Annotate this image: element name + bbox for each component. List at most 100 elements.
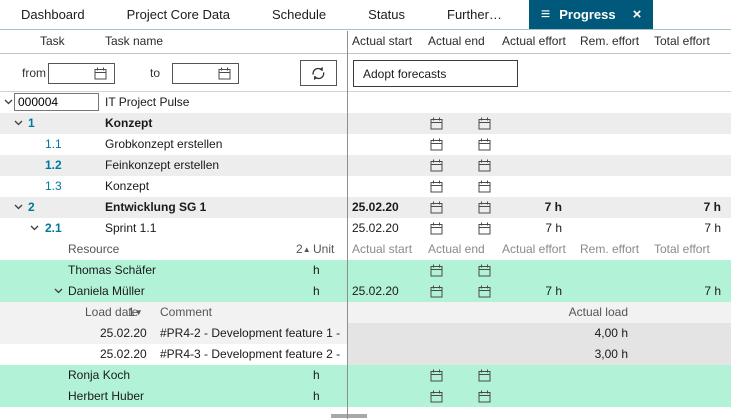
task-row-1-3[interactable]: 1.3 Konzept <box>0 176 731 197</box>
task-row-1-2[interactable]: 1.2 Feinkonzept erstellen <box>0 155 731 176</box>
task-name: Entwicklung SG 1 <box>105 197 206 218</box>
task-row-2-1[interactable]: 2.1 Sprint 1.1 25.02.20 7 h 7 h <box>0 218 731 239</box>
chevron-down-icon[interactable] <box>30 225 39 231</box>
sort-indicator[interactable]: 2▲ <box>296 239 311 260</box>
actual-load-value: 3,00 h <box>502 344 628 365</box>
col-actual-start[interactable]: Actual start <box>352 30 412 53</box>
col-actual-effort[interactable]: Actual effort <box>502 30 566 53</box>
col-actual-load[interactable]: Actual load <box>502 302 628 323</box>
progress-window: Dashboard Project Core Data Schedule Sta… <box>0 0 731 419</box>
tab-bar: Dashboard Project Core Data Schedule Sta… <box>0 0 731 30</box>
col-task[interactable]: Task <box>40 30 65 53</box>
col-unit[interactable]: Unit <box>313 239 334 260</box>
col-actual-end[interactable]: Actual end <box>428 239 485 260</box>
load-row[interactable]: 25.02.20 #PR4-3 - Development feature 2 … <box>0 344 731 365</box>
calendar-icon[interactable] <box>217 66 232 81</box>
calendar-icon[interactable] <box>430 138 443 151</box>
task-row-2[interactable]: 2 Entwicklung SG 1 25.02.20 7 h 7 h <box>0 197 731 218</box>
sort-indicator[interactable]: 1▼ <box>128 302 143 323</box>
col-task-name[interactable]: Task name <box>105 30 163 53</box>
resource-unit: h <box>313 260 320 281</box>
col-actual-effort[interactable]: Actual effort <box>502 239 566 260</box>
load-row[interactable]: 25.02.20 #PR4-2 - Development feature 1 … <box>0 323 731 344</box>
adopt-forecasts-button[interactable]: Adopt forecasts <box>353 60 518 87</box>
chevron-down-icon[interactable] <box>54 288 63 294</box>
tab-status[interactable]: Status <box>347 0 426 29</box>
load-date: 25.02.20 <box>100 323 147 344</box>
from-date-input[interactable] <box>49 65 93 82</box>
from-label: from <box>22 54 46 92</box>
tab-further[interactable]: Further… <box>426 0 523 29</box>
task-name: Konzept <box>105 176 149 197</box>
to-date-input[interactable] <box>173 65 217 82</box>
chevron-down-icon[interactable] <box>14 120 23 126</box>
tab-project-core-data[interactable]: Project Core Data <box>106 0 251 29</box>
calendar-icon[interactable] <box>478 222 491 235</box>
calendar-icon[interactable] <box>93 66 108 81</box>
load-comment: #PR4-2 - Development feature 1 - <box>160 323 340 344</box>
col-actual-start[interactable]: Actual start <box>352 239 412 260</box>
task-row-1[interactable]: 1 Konzept <box>0 113 731 134</box>
chevron-down-icon[interactable] <box>14 204 23 210</box>
chevron-down-icon[interactable] <box>4 99 13 105</box>
sort-asc-icon: ▲ <box>303 245 311 254</box>
task-name: Sprint 1.1 <box>105 218 156 239</box>
calendar-icon[interactable] <box>430 117 443 130</box>
calendar-icon[interactable] <box>430 390 443 403</box>
resource-name: Daniela Müller <box>68 281 145 302</box>
actual-effort-value: 7 h <box>502 218 562 239</box>
resource-row[interactable]: Daniela Müller h 25.02.20 7 h 7 h <box>0 281 731 302</box>
close-icon[interactable]: × <box>633 6 642 23</box>
calendar-icon[interactable] <box>430 369 443 382</box>
project-root-row[interactable]: IT Project Pulse <box>0 92 731 113</box>
col-rem-effort[interactable]: Rem. effort <box>580 30 639 53</box>
calendar-icon[interactable] <box>478 390 491 403</box>
task-number: 1.1 <box>45 134 62 155</box>
resource-unit: h <box>313 281 320 302</box>
calendar-icon[interactable] <box>478 159 491 172</box>
tab-dashboard[interactable]: Dashboard <box>0 0 106 29</box>
calendar-icon[interactable] <box>478 264 491 277</box>
calendar-icon[interactable] <box>430 159 443 172</box>
calendar-icon[interactable] <box>430 285 443 298</box>
total-effort-value: 7 h <box>640 281 721 302</box>
calendar-icon[interactable] <box>478 285 491 298</box>
tab-schedule[interactable]: Schedule <box>251 0 347 29</box>
menu-icon[interactable]: ≡ <box>541 7 550 23</box>
resource-row[interactable]: Ronja Koch h <box>0 365 731 386</box>
horizontal-scrollbar-thumb[interactable] <box>331 414 367 418</box>
col-rem-effort[interactable]: Rem. effort <box>580 239 639 260</box>
task-number: 1 <box>28 113 35 134</box>
resource-row[interactable]: Thomas Schäfer h <box>0 260 731 281</box>
load-comment: #PR4-3 - Development feature 2 - <box>160 344 340 365</box>
col-comment[interactable]: Comment <box>160 302 212 323</box>
calendar-icon[interactable] <box>478 201 491 214</box>
col-actual-end[interactable]: Actual end <box>428 30 485 53</box>
column-divider[interactable] <box>347 31 348 419</box>
calendar-icon[interactable] <box>478 180 491 193</box>
col-total-effort[interactable]: Total effort <box>654 30 710 53</box>
actual-effort-value: 7 h <box>502 197 562 218</box>
calendar-icon[interactable] <box>430 264 443 277</box>
resource-row[interactable]: Herbert Huber h <box>0 386 731 407</box>
task-name: Grobkonzept erstellen <box>105 134 222 155</box>
to-date-field[interactable] <box>172 63 239 84</box>
col-resource[interactable]: Resource <box>68 239 119 260</box>
calendar-icon[interactable] <box>430 201 443 214</box>
col-total-effort[interactable]: Total effort <box>654 239 710 260</box>
task-tree: IT Project Pulse 1 Konzept 1.1 Grobkonze… <box>0 92 731 407</box>
calendar-icon[interactable] <box>478 117 491 130</box>
actual-start-value: 25.02.20 <box>352 197 399 218</box>
resource-name: Thomas Schäfer <box>68 260 156 281</box>
tab-progress-active[interactable]: ≡ Progress × <box>529 0 653 29</box>
project-id-input[interactable] <box>14 93 99 111</box>
calendar-icon[interactable] <box>430 180 443 193</box>
calendar-icon[interactable] <box>478 138 491 151</box>
calendar-icon[interactable] <box>430 222 443 235</box>
from-date-field[interactable] <box>48 63 115 84</box>
resource-name: Herbert Huber <box>68 386 144 407</box>
task-row-1-1[interactable]: 1.1 Grobkonzept erstellen <box>0 134 731 155</box>
resource-header-row: Resource 2▲ Unit Actual start Actual end… <box>0 239 731 260</box>
refresh-button[interactable] <box>300 60 337 86</box>
calendar-icon[interactable] <box>478 369 491 382</box>
